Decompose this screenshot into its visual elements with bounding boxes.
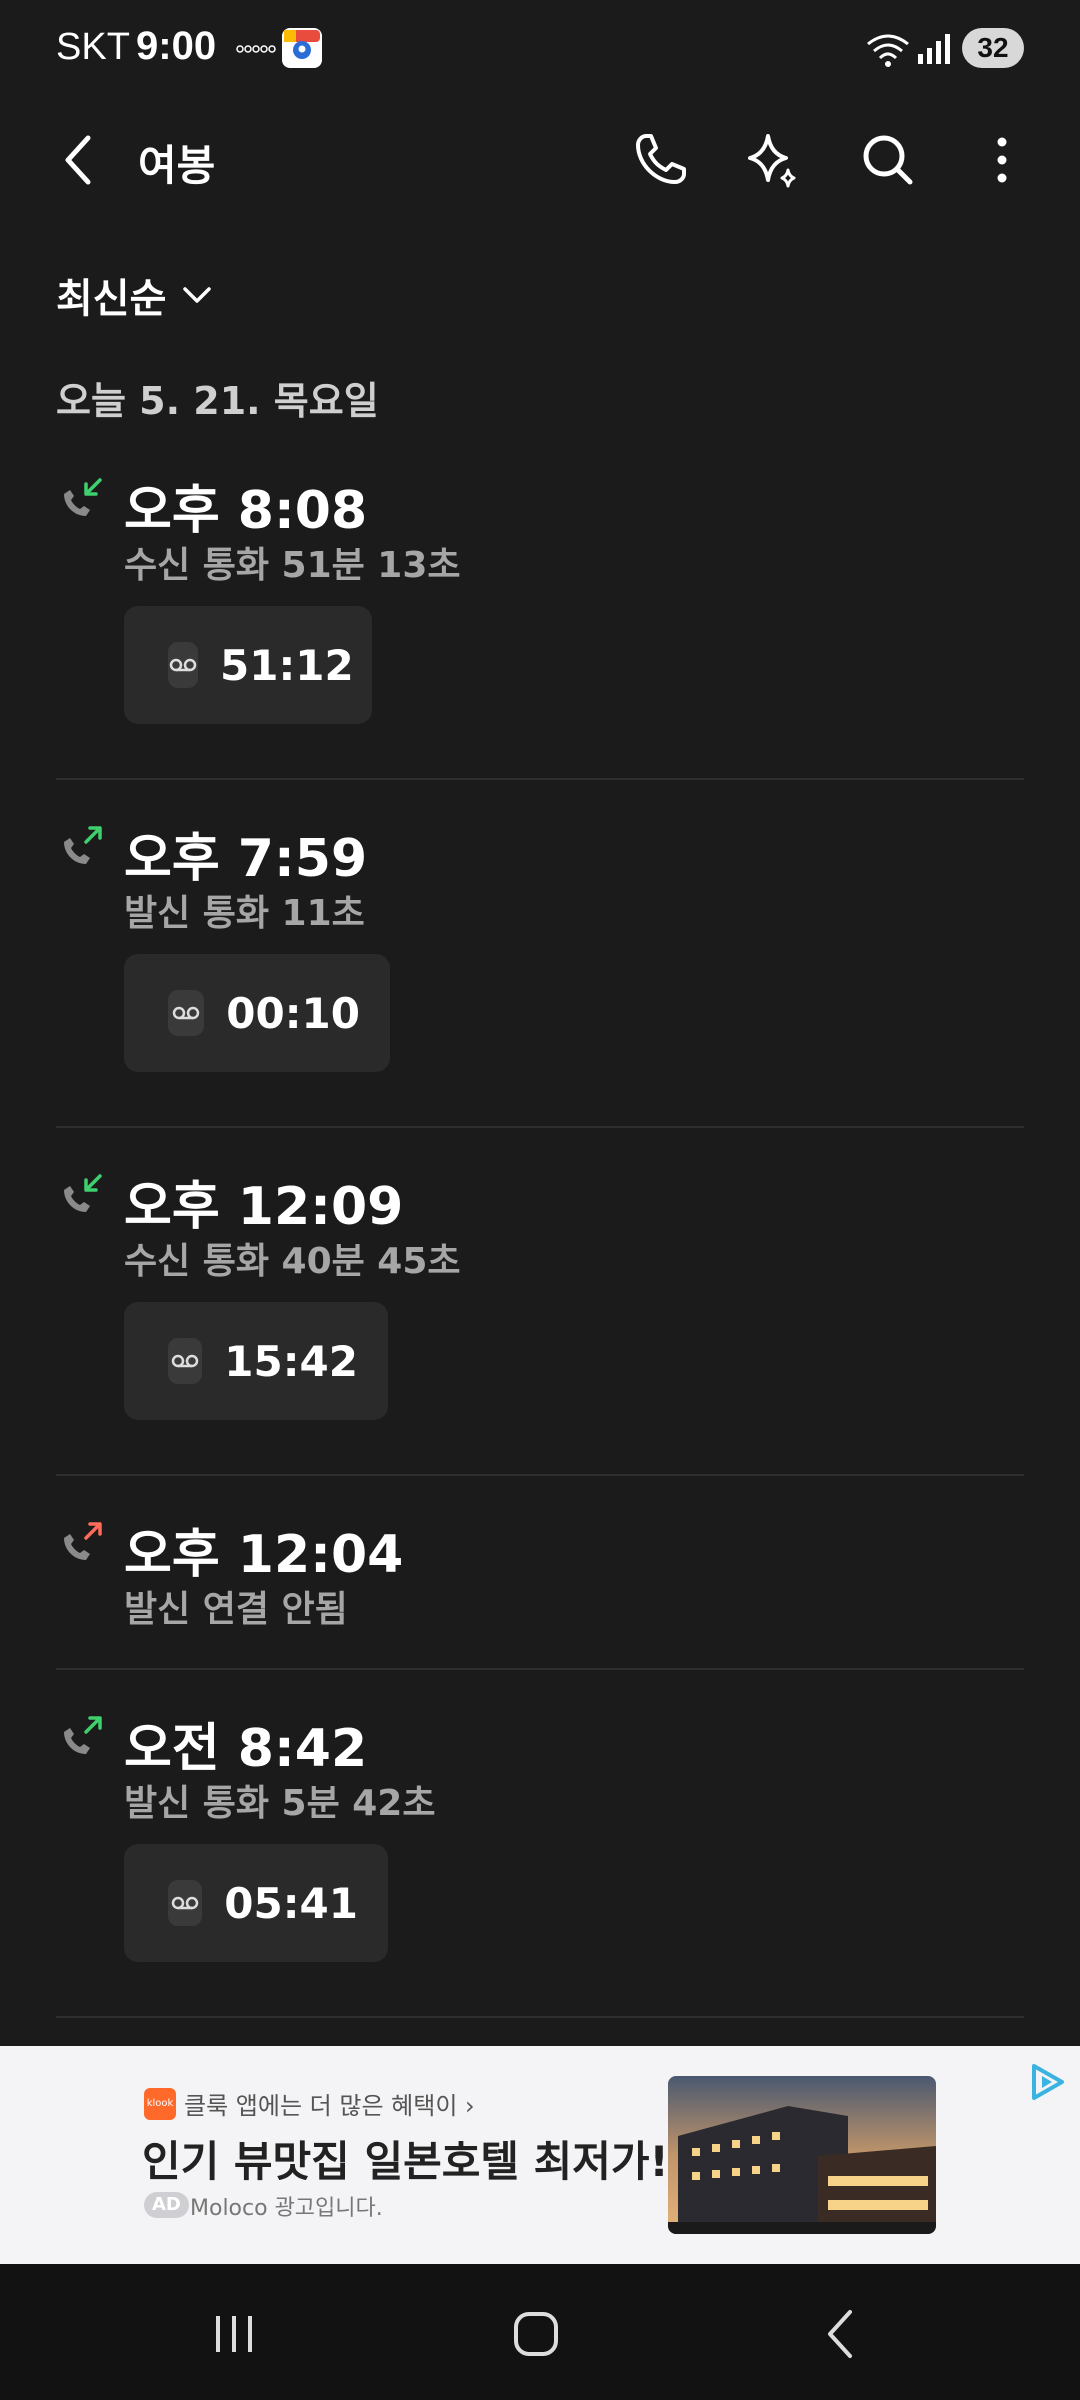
divider: [56, 1126, 1024, 1128]
klook-logo: klook: [144, 2088, 176, 2120]
call-time: 오후 8:08: [124, 481, 368, 541]
recording-button[interactable]: 05:41: [124, 1844, 388, 1962]
app-bar: 여봉: [0, 110, 1080, 210]
search-icon[interactable]: [856, 128, 920, 192]
recording-duration: 51:12: [220, 640, 354, 690]
call-description: 수신 통화 51분 13초: [124, 545, 461, 586]
sparkle-icon[interactable]: [740, 128, 804, 192]
ad-badge: AD: [144, 2192, 189, 2218]
back-icon[interactable]: [812, 2304, 872, 2364]
call-description: 수신 통화 40분 45초: [124, 1241, 461, 1282]
recent-apps-icon[interactable]: [204, 2304, 264, 2364]
battery-indicator: 32: [962, 28, 1024, 68]
status-bar: SKT 9:00 32: [0, 0, 1080, 96]
contact-name: 여봉: [138, 141, 216, 190]
incoming-call-icon: [64, 478, 102, 516]
divider: [56, 778, 1024, 780]
outgoing-missed-call-icon: [64, 1522, 102, 1560]
ad-promo-text: 클룩 앱에는 더 많은 혜택이 ›: [184, 2092, 475, 2120]
sort-label: 최신순: [56, 276, 167, 322]
call-time: 오전 8:42: [124, 1719, 368, 1779]
signal-icon: [918, 34, 950, 64]
sort-dropdown[interactable]: 최신순: [56, 266, 214, 324]
voicemail-icon: [168, 642, 198, 688]
chevron-down-icon: [183, 287, 212, 303]
voicemail-icon: [168, 1880, 203, 1926]
voicemail-icon: [168, 1338, 203, 1384]
divider: [56, 1474, 1024, 1476]
ad-banner[interactable]: klook 클룩 앱에는 더 많은 혜택이 › 인기 뷰맛집 일본호텔 최저가!…: [0, 2046, 1080, 2264]
recording-button[interactable]: 51:12: [124, 606, 372, 724]
call-time: 오후 12:04: [124, 1525, 404, 1585]
divider: [56, 1668, 1024, 1670]
recording-duration: 05:41: [224, 1878, 358, 1928]
outgoing-call-icon: [64, 1716, 102, 1754]
home-icon[interactable]: [506, 2304, 566, 2364]
recording-button[interactable]: 00:10: [124, 954, 390, 1072]
call-time: 오후 7:59: [124, 829, 368, 889]
ad-source: Moloco 광고입니다.: [190, 2196, 383, 2221]
clock: 9:00: [136, 24, 217, 68]
divider: [56, 2016, 1024, 2018]
outgoing-call-icon: [64, 826, 102, 864]
wifi-icon: [867, 34, 909, 67]
date-header: 오늘 5. 21. 목요일: [56, 379, 379, 423]
call-description: 발신 연결 안됨: [124, 1589, 348, 1630]
phone-icon[interactable]: [628, 128, 692, 192]
hotel-image: [668, 2076, 936, 2234]
chevron-left-icon[interactable]: [58, 130, 98, 190]
call-description: 발신 통화 11초: [124, 893, 365, 934]
carrier-label: SKT: [56, 26, 130, 68]
call-time: 오후 12:09: [124, 1177, 404, 1237]
navigation-bar: [0, 2264, 1080, 2400]
recording-duration: 00:10: [226, 988, 360, 1038]
map-app-icon: [282, 28, 322, 68]
recording-duration: 15:42: [224, 1336, 358, 1386]
notification-dots-icon: [236, 45, 276, 53]
more-vertical-icon[interactable]: [970, 128, 1034, 192]
incoming-call-icon: [64, 1174, 102, 1212]
ad-headline: 인기 뷰맛집 일본호텔 최저가!: [142, 2137, 669, 2186]
voicemail-icon: [168, 990, 205, 1036]
call-description: 발신 통화 5분 42초: [124, 1783, 436, 1824]
ad-choices-icon[interactable]: [1026, 2060, 1070, 2104]
recording-button[interactable]: 15:42: [124, 1302, 388, 1420]
